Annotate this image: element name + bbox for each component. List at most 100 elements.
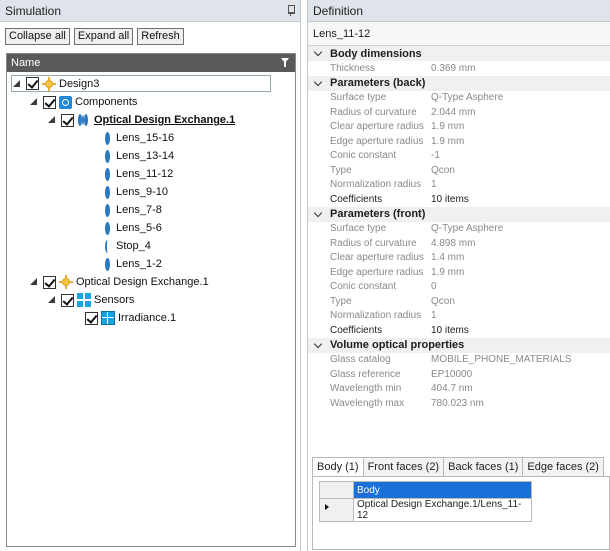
property-row[interactable]: Clear aperture radius 1.4 mm [308, 251, 610, 266]
property-row[interactable]: Radius of curvature 2.044 mm [308, 105, 610, 120]
category-label: Body dimensions [330, 47, 422, 60]
collapse-caret-icon[interactable] [313, 339, 323, 348]
property-name: Coefficients [330, 193, 383, 205]
optical-design-exchange-icon [77, 113, 91, 127]
definition-title: Definition [313, 3, 364, 18]
property-row[interactable]: Wavelength max 780.023 nm [308, 396, 610, 411]
tree-item-design3[interactable]: Design3 [11, 75, 271, 92]
property-row[interactable]: Glass reference EP10000 [308, 367, 610, 382]
property-name: Clear aperture radius [330, 252, 424, 264]
property-row[interactable]: Surface type Q-Type Asphere [308, 91, 610, 106]
tree-item-stop[interactable]: Stop_4 [103, 237, 151, 255]
property-value: 1.9 mm [431, 121, 465, 133]
property-name: Normalization radius [330, 179, 422, 191]
collapse-all-button[interactable]: Collapse all [5, 27, 70, 45]
tree-item-label: Lens_13-14 [116, 150, 175, 162]
lens-icon [105, 149, 110, 163]
collapse-caret-icon[interactable] [313, 47, 323, 57]
selection-grid: Body Optical Design Exchange.1/Lens_11-1… [319, 481, 532, 522]
tree-item-label: Components [75, 96, 138, 108]
property-value: 1 [431, 310, 437, 322]
simulation-toolbar: Collapse all Expand all Refresh [0, 22, 300, 50]
tree-item-components[interactable]: Components [29, 93, 137, 111]
property-name: Type [330, 295, 352, 307]
object-name: Lens_11-12 [308, 22, 610, 46]
pin-icon[interactable] [287, 5, 295, 16]
tree-item-lens[interactable]: Lens_11-12 [103, 165, 173, 183]
checkbox[interactable] [43, 95, 56, 109]
property-row[interactable]: Glass catalog MOBILE_PHONE_MATERIALS [308, 353, 610, 368]
tree-item-lens[interactable]: Lens_9-10 [103, 183, 168, 201]
property-row[interactable]: Type Qcon [308, 163, 610, 178]
property-row[interactable]: Conic constant -1 [308, 149, 610, 164]
collapse-caret-icon[interactable] [313, 208, 323, 217]
property-row[interactable]: Clear aperture radius 1.9 mm [308, 120, 610, 135]
tree-item-lens[interactable]: Lens_13-14 [103, 147, 174, 165]
checkbox[interactable] [26, 77, 39, 90]
filter-icon[interactable] [281, 58, 289, 67]
property-grid: Body dimensions Thickness 0.369 mm Parame… [308, 46, 610, 411]
property-name: Clear aperture radius [330, 121, 424, 133]
tree-item-label: Lens_5-6 [116, 222, 162, 234]
grid-column-header[interactable]: Body [353, 481, 532, 499]
property-value: MOBILE_PHONE_MATERIALS [431, 354, 572, 366]
property-value: Qcon [431, 295, 455, 307]
expand-toggle-icon[interactable] [47, 295, 57, 305]
name-column-label: Name [11, 57, 41, 69]
expand-all-button[interactable]: Expand all [73, 27, 134, 45]
checkbox[interactable] [43, 275, 56, 289]
tab-front-faces[interactable]: Front faces (2) [362, 457, 445, 477]
tree-item-lens[interactable]: Lens_7-8 [103, 201, 162, 219]
tree-item-irradiance[interactable]: Irradiance.1 [85, 309, 176, 327]
checkbox[interactable] [61, 113, 74, 127]
collapse-caret-icon[interactable] [313, 77, 323, 86]
simulation-title: Simulation [5, 3, 62, 18]
property-name: Wavelength min [330, 383, 402, 395]
tree-item-sensors[interactable]: Sensors [47, 291, 134, 309]
checkbox[interactable] [61, 293, 74, 307]
tree-column-header[interactable]: Name [7, 54, 295, 72]
property-row[interactable]: Coefficients 10 items [308, 323, 610, 338]
property-value: 10 items [431, 324, 469, 336]
design-icon [59, 275, 73, 289]
property-row[interactable]: Wavelength min 404.7 nm [308, 382, 610, 397]
grid-cell[interactable]: Optical Design Exchange.1/Lens_11-12 [353, 498, 532, 522]
refresh-button[interactable]: Refresh [137, 27, 184, 45]
tree-item-optical-design-exchange[interactable]: Optical Design Exchange.1 [29, 273, 209, 291]
table-row[interactable]: Optical Design Exchange.1/Lens_11-12 [319, 498, 532, 522]
tree-item-optical-design-exchange[interactable]: Optical Design Exchange.1 [47, 111, 235, 129]
property-value: 1.9 mm [431, 135, 465, 147]
expand-toggle-icon[interactable] [12, 79, 22, 89]
tab-edge-faces[interactable]: Edge faces (2) [522, 457, 604, 477]
category-volume-optical-properties[interactable]: Volume optical properties [308, 337, 610, 353]
property-row[interactable]: Edge aperture radius 1.9 mm [308, 134, 610, 149]
property-row[interactable]: Thickness 0.369 mm [308, 61, 610, 76]
tree-item-lens[interactable]: Lens_15-16 [103, 129, 174, 147]
grid-header-row: Body [319, 481, 532, 499]
expand-toggle-icon[interactable] [47, 115, 57, 125]
property-row[interactable]: Conic constant 0 [308, 280, 610, 295]
tab-back-faces[interactable]: Back faces (1) [443, 457, 524, 477]
checkbox[interactable] [85, 311, 98, 325]
category-body-dimensions[interactable]: Body dimensions [308, 46, 610, 61]
property-name: Surface type [330, 92, 387, 104]
category-parameters-front[interactable]: Parameters (front) [308, 206, 610, 222]
property-row[interactable]: Edge aperture radius 1.9 mm [308, 265, 610, 280]
property-row[interactable]: Radius of curvature 4.898 mm [308, 236, 610, 251]
property-row[interactable]: Type Qcon [308, 294, 610, 309]
tab-body[interactable]: Body (1) [312, 457, 364, 478]
property-name: Radius of curvature [330, 106, 417, 118]
tree-item-lens[interactable]: Lens_1-2 [103, 255, 162, 273]
category-parameters-back[interactable]: Parameters (back) [308, 75, 610, 91]
property-row[interactable]: Normalization radius 1 [308, 178, 610, 193]
row-header-cell[interactable] [319, 498, 354, 522]
property-row[interactable]: Surface type Q-Type Asphere [308, 222, 610, 237]
tree-item-lens[interactable]: Lens_5-6 [103, 219, 162, 237]
property-row[interactable]: Coefficients 10 items [308, 192, 610, 207]
row-header-cell [319, 481, 354, 499]
property-row[interactable]: Normalization radius 1 [308, 309, 610, 324]
property-name: Edge aperture radius [330, 266, 424, 278]
tree-item-label: Lens_7-8 [116, 204, 162, 216]
expand-toggle-icon[interactable] [29, 277, 39, 287]
expand-toggle-icon[interactable] [29, 97, 39, 107]
